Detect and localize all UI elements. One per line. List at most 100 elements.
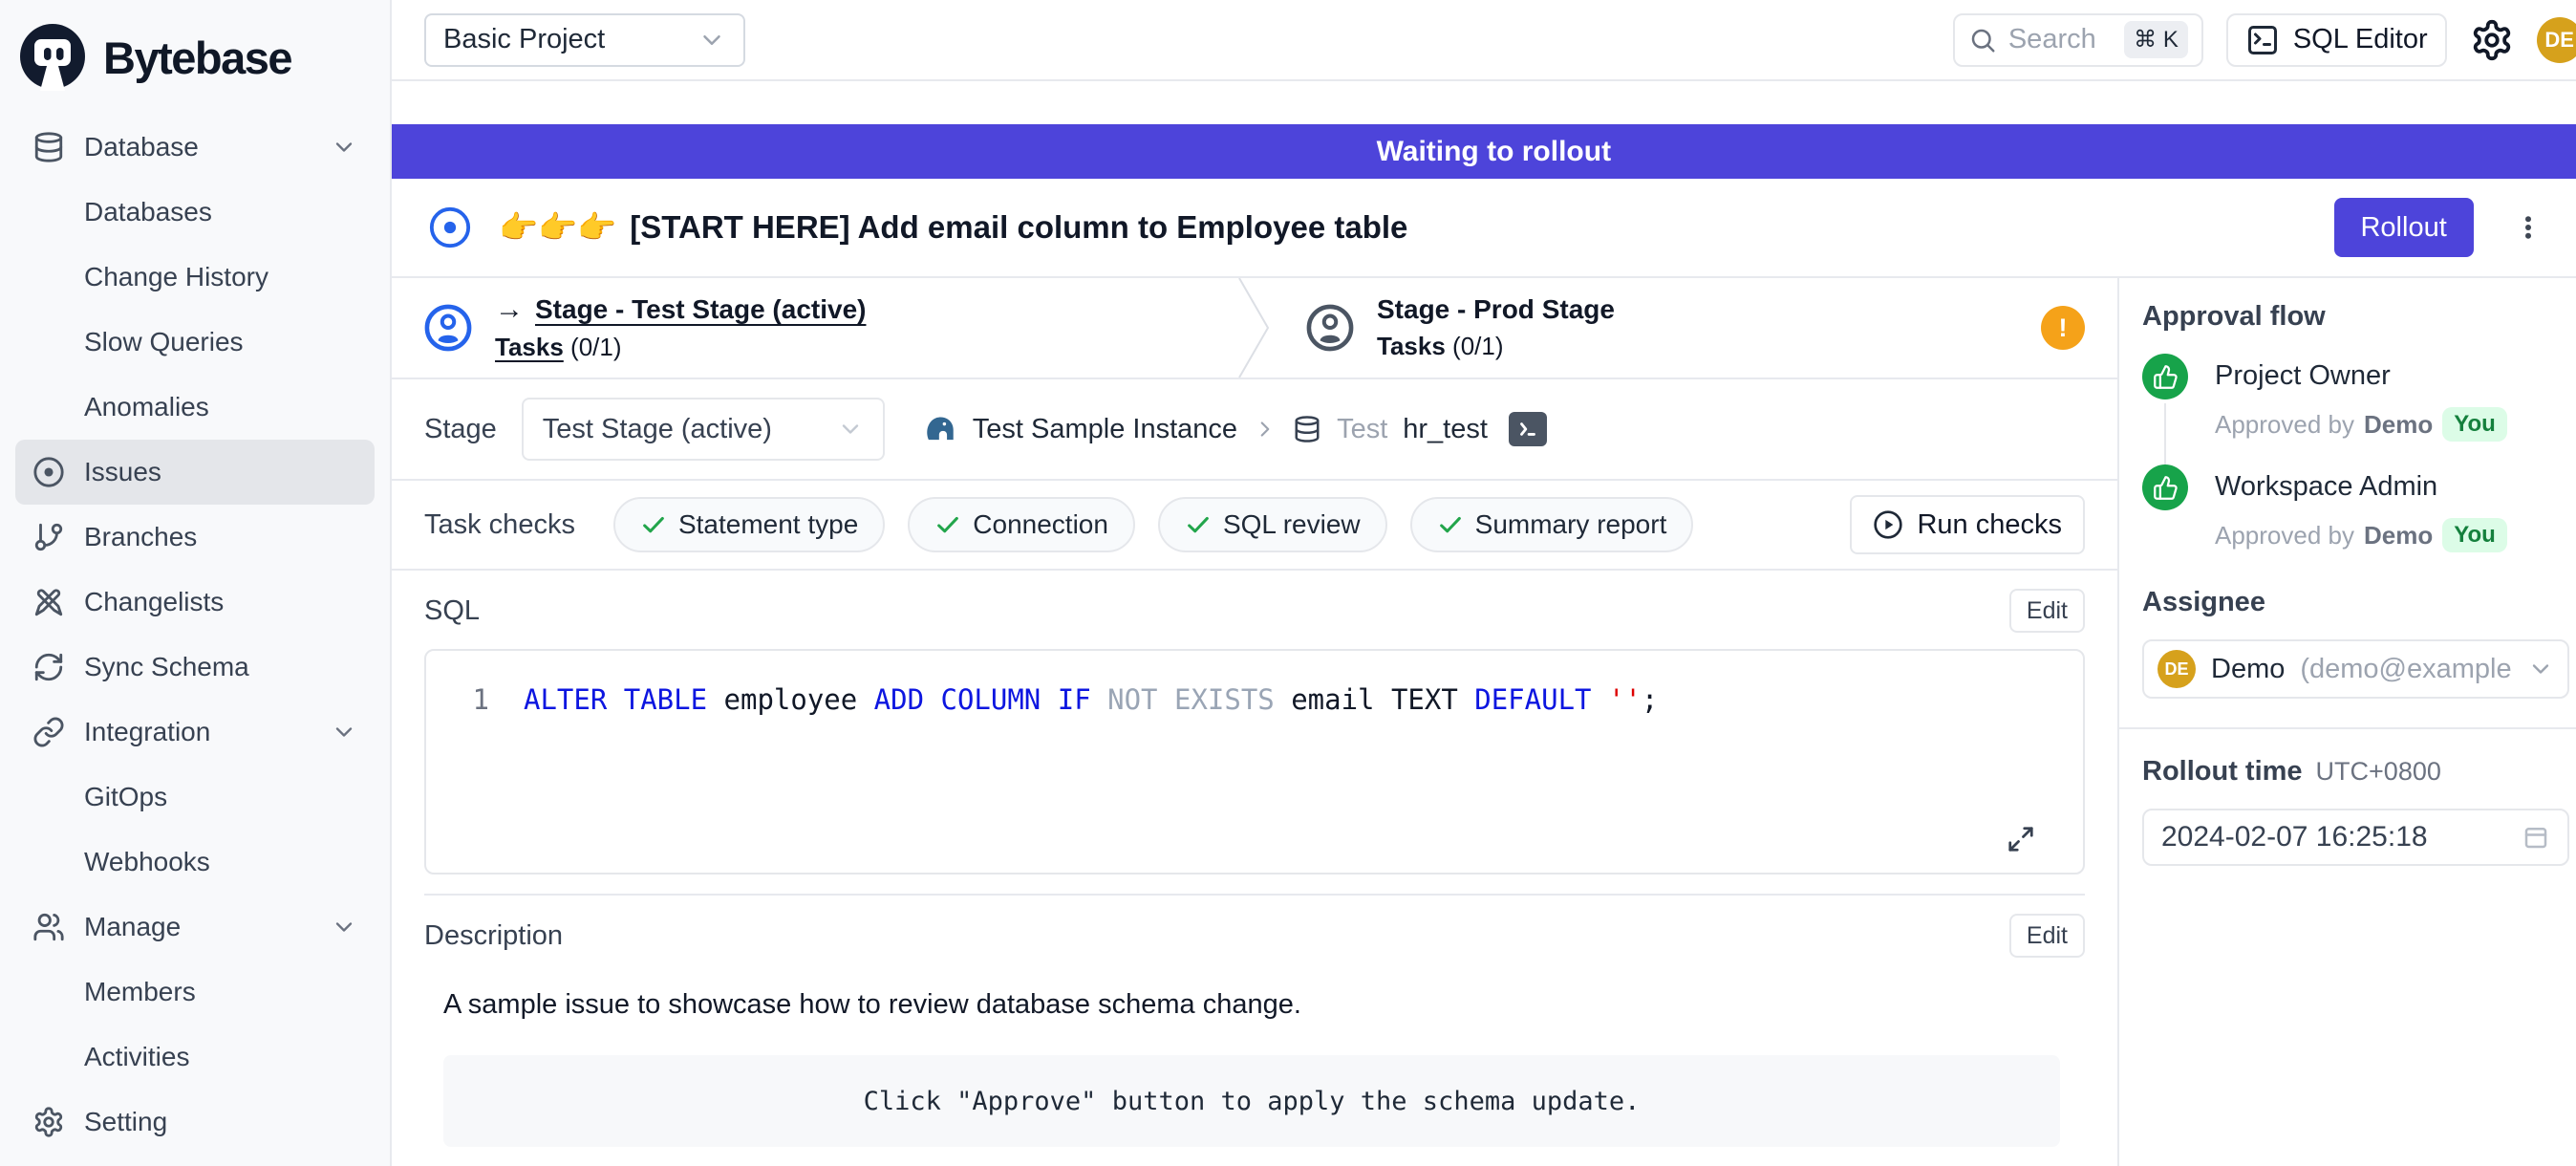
sidebar: Bytebase Database Databases Change Histo… [0,0,392,1166]
approver-name: Demo [2364,410,2433,440]
sidebar-item-branches[interactable]: Branches [15,505,375,570]
description-edit-button[interactable]: Edit [2009,914,2085,958]
sidebar-item-members[interactable]: Members [15,960,375,1025]
changelist-pencils-icon [32,586,65,618]
sql-editor-readonly: 1 ALTER TABLE employee ADD COLUMN IF NOT… [424,649,2085,874]
rollout-time-input[interactable]: 2024-02-07 16:25:18 [2142,809,2569,866]
task-checks-label: Task checks [424,509,575,541]
environment-label: Test [1337,414,1387,445]
sql-editor-button[interactable]: SQL Editor [2226,13,2447,67]
approver-name: Demo [2364,521,2433,551]
stage-timeline: → Stage - Test Stage (active) Tasks (0/1… [392,278,2117,379]
description-note: Click "Approve" button to apply the sche… [443,1055,2060,1147]
users-icon [32,911,65,943]
stage-label: Stage [424,414,497,445]
sidebar-item-setting[interactable]: Setting [15,1090,375,1155]
brand-logo[interactable]: Bytebase [0,0,390,101]
sidebar-item-slow-queries[interactable]: Slow Queries [15,310,375,375]
postgresql-icon [921,411,957,447]
database-icon [32,131,65,163]
approval-flow-title: Approval flow [2142,301,2569,333]
approval-step-workspace-admin: Workspace Admin Approved by Demo You [2142,464,2569,575]
issue-circle-dot-icon [32,456,65,488]
check-statement-type[interactable]: Statement type [613,497,885,552]
assignee-avatar: DE [2157,650,2196,688]
settings-gear-icon[interactable] [2470,18,2514,62]
run-checks-button[interactable]: Run checks [1850,495,2085,554]
stage-detail-row: Stage Test Stage (active) Test Sample In… [392,379,2117,481]
description-section: Description Edit A sample issue to showc… [392,896,2117,1147]
bytebase-logo-icon [17,22,88,93]
issue-title-text: [START HERE] Add email column to Employe… [630,209,1407,246]
database-link[interactable]: hr_test [1403,414,1488,445]
check-sql-review[interactable]: SQL review [1158,497,1387,552]
stage-select[interactable]: Test Stage (active) [522,398,885,461]
rollout-time-value: 2024-02-07 16:25:18 [2161,821,2428,853]
search-input[interactable]: Search ⌘ K [1953,13,2203,67]
sidebar-item-issues[interactable]: Issues [15,440,375,505]
search-icon [1968,26,1997,54]
sidebar-item-manage[interactable]: Manage [15,895,375,960]
stage-divider-chevron [1235,278,1274,378]
you-badge: You [2442,518,2507,552]
sidebar-item-database[interactable]: Database [15,115,375,180]
sql-label: SQL [424,595,480,627]
check-icon [934,511,961,538]
check-connection[interactable]: Connection [908,497,1135,552]
stage-tasks-label: Tasks [1377,332,1446,360]
sidebar-nav: Database Databases Change History Slow Q… [0,101,390,1155]
sidebar-item-webhooks[interactable]: Webhooks [15,830,375,895]
approval-flow: Project Owner Approved by Demo You Works… [2142,354,2569,575]
status-banner: Waiting to rollout [392,124,2576,179]
rollout-button[interactable]: Rollout [2334,198,2474,257]
sidebar-item-databases[interactable]: Databases [15,180,375,245]
link-icon [32,716,65,748]
stage-test[interactable]: → Stage - Test Stage (active) Tasks (0/1… [392,278,1235,378]
open-sql-editor-icon[interactable] [1509,412,1547,446]
instance-link[interactable]: Test Sample Instance [973,414,1237,445]
assignee-email: (demo@example [2300,654,2511,685]
expand-sql-icon[interactable] [2007,825,2035,853]
issue-title: 👉👉👉 [START HERE] Add email column to Emp… [499,209,1407,247]
sidebar-item-sync-schema[interactable]: Sync Schema [15,635,375,700]
sql-statement: ALTER TABLE employee ADD COLUMN IF NOT E… [524,683,1658,716]
sidebar-item-change-history[interactable]: Change History [15,245,375,310]
current-stage-arrow: → [495,293,524,326]
user-avatar[interactable]: DE [2537,17,2576,63]
sidebar-item-integration[interactable]: Integration [15,700,375,765]
issue-open-icon [428,205,472,249]
issue-title-emoji: 👉👉👉 [499,209,616,247]
issue-sidebar: Approval flow Project Owner Approved by … [2117,278,2576,1166]
topbar: Basic Project Search ⌘ K SQL Editor DE [392,0,2576,81]
sidebar-item-changelists[interactable]: Changelists [15,570,375,635]
chevron-right-icon [1253,417,1277,442]
approved-thumbs-up-icon [2142,464,2188,510]
stage-tasks-link[interactable]: Tasks [495,333,564,361]
chevron-down-icon [2527,656,2554,682]
sync-icon [32,651,65,683]
sql-line-number: 1 [426,683,489,716]
check-summary-report[interactable]: Summary report [1410,497,1694,552]
sidebar-item-activities[interactable]: Activities [15,1025,375,1090]
chevron-down-icon [698,26,726,54]
assignee-select[interactable]: DE Demo (demo@example [2142,639,2569,699]
stage-person-icon [1306,304,1354,352]
kebab-menu-icon[interactable] [2514,205,2543,249]
sidebar-item-gitops[interactable]: GitOps [15,765,375,830]
database-breadcrumb: Test Sample Instance Test hr_test [921,411,1547,447]
gear-icon [32,1106,65,1138]
stage-name: Stage - Prod Stage [1377,294,1615,325]
timezone-label: UTC+0800 [2316,757,2441,787]
stage-prod[interactable]: Stage - Prod Stage Tasks (0/1) ! [1274,278,2117,378]
task-checks-row: Task checks Statement type Connection SQ… [392,481,2117,571]
search-shortcut: ⌘ K [2124,21,2188,58]
sidebar-item-anomalies[interactable]: Anomalies [15,375,375,440]
project-selector[interactable]: Basic Project [424,13,745,67]
chevron-down-icon [331,914,357,940]
check-icon [640,511,667,538]
assignee-title: Assignee [2142,587,2569,618]
sql-edit-button[interactable]: Edit [2009,589,2085,633]
issue-header: 👉👉👉 [START HERE] Add email column to Emp… [392,179,2576,278]
you-badge: You [2442,407,2507,442]
sql-section: SQL Edit 1 ALTER TABLE employee ADD COLU… [392,571,2117,896]
